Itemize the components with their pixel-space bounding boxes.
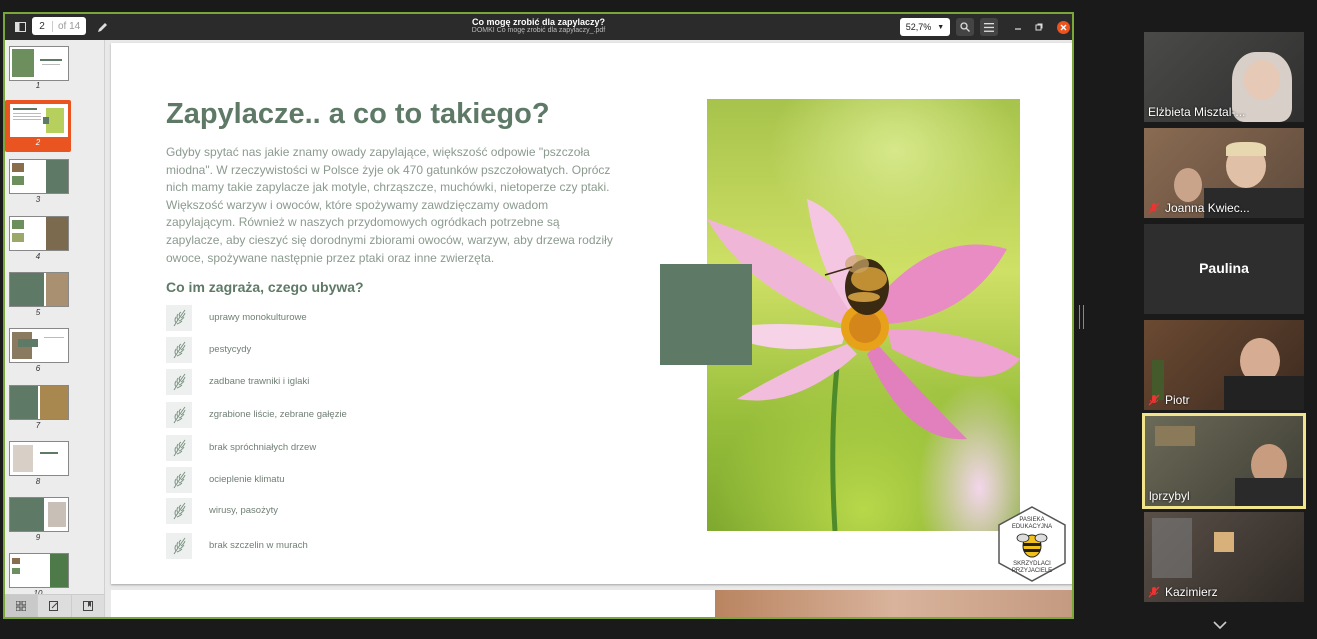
fern-leaf-icon	[166, 402, 192, 428]
page-thumbnail[interactable]	[9, 441, 69, 476]
page-thumbnail[interactable]	[9, 159, 69, 194]
threat-text: brak spróchniałych drzew	[209, 442, 317, 453]
next-page-preview	[111, 590, 1072, 617]
participant-tile[interactable]: Joanna Kwiec...	[1144, 128, 1304, 218]
page-thumbnail-selected[interactable]	[9, 103, 69, 138]
threat-text: uprawy monokulturowe	[209, 312, 307, 323]
zoom-select[interactable]: 52,7% ▼	[900, 18, 950, 36]
chevron-down-icon: ▼	[937, 23, 945, 31]
page-thumbnail[interactable]	[9, 385, 69, 420]
page-thumbnail[interactable]	[9, 553, 69, 588]
thumbnail-label: 7	[35, 421, 41, 430]
zoom-value: 52,7%	[905, 22, 932, 32]
document-canvas[interactable]: Zapylacze.. a co to takiego? Gdyby spyta…	[105, 40, 1072, 617]
sidebar-tabs	[5, 594, 104, 617]
page-thumbnail[interactable]	[9, 328, 69, 363]
thumbnail-label: 1	[35, 81, 41, 90]
muted-mic-icon	[1148, 202, 1160, 214]
fern-leaf-icon	[166, 369, 192, 395]
participant-tile[interactable]: Kazimierz	[1144, 512, 1304, 602]
participant-name: lprzybyl	[1149, 489, 1190, 503]
thumbnail-label: 2	[35, 138, 41, 147]
participant-tile[interactable]: Paulina	[1144, 224, 1304, 314]
thumbnail-label: 3	[35, 195, 41, 204]
chevron-down-icon[interactable]	[1213, 617, 1227, 633]
restore-icon[interactable]	[1032, 18, 1046, 36]
fern-leaf-icon	[166, 435, 192, 461]
participant-name: Elżbieta Misztal-...	[1148, 105, 1246, 119]
thumbnail-label: 9	[35, 533, 41, 542]
slide-paragraph: Gdyby spytać nas jakie znamy owady zapyl…	[166, 145, 613, 265]
badge-line: PRZYJACIELE	[1011, 568, 1053, 574]
close-icon[interactable]	[1056, 18, 1070, 36]
participant-tile-speaking[interactable]: lprzybyl	[1142, 413, 1306, 509]
thumbnail-sidebar: 1 2 3 4 5 6 7 8 9	[5, 40, 105, 617]
hamburger-menu-icon[interactable]	[980, 18, 998, 36]
participant-name: Joanna Kwiec...	[1165, 201, 1250, 215]
threat-text: ocieplenie klimatu	[209, 474, 285, 485]
next-page-photo	[715, 590, 1072, 617]
cosmos-flower-bee-photo	[707, 99, 1020, 531]
threats-heading: Co im zagraża, czego ubywa?	[166, 279, 364, 295]
participant-tile[interactable]: Elżbieta Misztal-...	[1144, 32, 1304, 122]
thumbnail-label: 8	[35, 477, 41, 486]
decorative-green-block	[660, 264, 752, 365]
threat-text: wirusy, pasożyty	[209, 505, 278, 516]
slide-heading: Zapylacze.. a co to takiego?	[166, 98, 550, 130]
page-thumbnail[interactable]	[9, 46, 69, 81]
badge-line: PASIEKA	[1019, 517, 1045, 523]
page-thumbnail[interactable]	[9, 497, 69, 532]
minimize-icon[interactable]	[1011, 18, 1025, 36]
badge-line: EDUKACYJNA	[1011, 524, 1053, 530]
threat-text: zgrabione liście, zebrane gałęzie	[209, 409, 347, 420]
participant-name: Piotr	[1165, 393, 1190, 407]
fern-leaf-icon	[166, 337, 192, 363]
pasieka-logo-badge: PASIEKA EDUKACYJNA SKRZYDLACI PRZYJACIEL…	[993, 505, 1071, 583]
thumbnails-icon[interactable]	[5, 595, 39, 617]
search-icon[interactable]	[956, 18, 974, 36]
muted-mic-icon	[1148, 586, 1160, 598]
split-resizer-handle[interactable]	[1079, 305, 1084, 329]
participant-tile[interactable]: Piotr	[1144, 320, 1304, 410]
participant-name: Kazimierz	[1165, 585, 1218, 599]
slide-page: Zapylacze.. a co to takiego? Gdyby spyta…	[111, 43, 1072, 584]
title-bar: 2 of 14 Co mogę zrobić dla zapylaczy? DO…	[5, 14, 1072, 40]
pdf-viewer-window: 2 of 14 Co mogę zrobić dla zapylaczy? DO…	[3, 12, 1074, 619]
bookmarks-icon[interactable]	[72, 595, 104, 617]
thumbnail-label: 4	[35, 252, 41, 261]
fern-leaf-icon	[166, 533, 192, 559]
threat-text: pestycydy	[209, 344, 252, 355]
threat-text: brak szczelin w murach	[209, 540, 308, 551]
participant-name: Paulina	[1199, 260, 1249, 276]
fern-leaf-icon	[166, 305, 192, 331]
fern-leaf-icon	[166, 467, 192, 493]
page-thumbnail[interactable]	[9, 272, 69, 307]
badge-line: SKRZYDLACI	[1013, 561, 1051, 567]
threat-text: zadbane trawniki i iglaki	[209, 376, 310, 387]
muted-mic-icon	[1148, 394, 1160, 406]
page-thumbnail[interactable]	[9, 216, 69, 251]
annotations-icon[interactable]	[38, 595, 72, 617]
thumbnail-label: 5	[35, 308, 41, 317]
thumbnail-label: 6	[35, 364, 41, 373]
fern-leaf-icon	[166, 498, 192, 524]
